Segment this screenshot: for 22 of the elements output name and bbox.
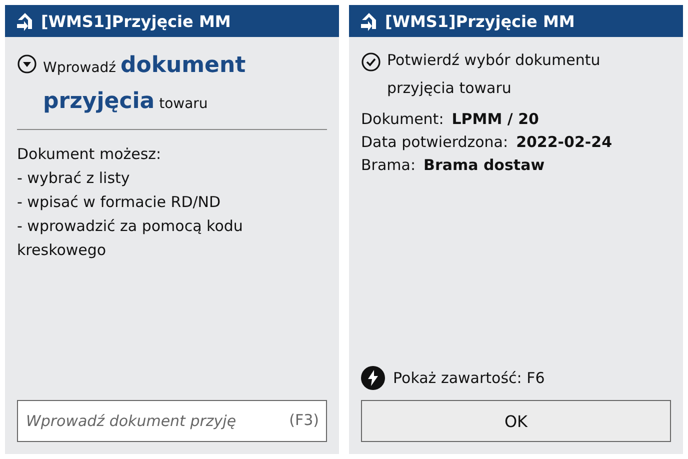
field-label: Dokument:	[361, 109, 444, 130]
lightning-icon	[361, 366, 385, 390]
field-value: LPMM / 20	[452, 109, 539, 130]
dropdown-circle-icon	[17, 54, 37, 74]
instruction-line: - wpisać w formacie RD/ND	[17, 192, 222, 213]
field-label: Data potwierdzona:	[361, 132, 508, 153]
window-title: [WMS1]Przyjęcie MM	[41, 12, 231, 30]
window-title: [WMS1]Przyjęcie MM	[385, 12, 575, 30]
return-arrow-icon	[359, 11, 379, 31]
field-label: Brama:	[361, 155, 416, 176]
instruction-line: - wybrać z listy	[17, 168, 131, 189]
instruction-line: Dokument możesz:	[17, 144, 162, 165]
check-circle-icon	[361, 52, 381, 72]
instruction-line: - wprowadzić za pomocą kodu kreskowego	[17, 216, 244, 261]
shortcut-hint: Pokaż zawartość: F6	[393, 369, 545, 387]
ok-button[interactable]: OK	[361, 400, 671, 442]
instruction-heading: Potwierdź wybór dokumentu przyjęcia towaru	[387, 50, 602, 99]
field-value: Brama dostaw	[424, 155, 545, 176]
return-arrow-icon	[15, 11, 35, 31]
field-value: 2022-02-24	[516, 132, 612, 153]
instruction-heading: Wprowadź dokument przyjęcia towaru	[43, 52, 247, 116]
shortcut-label: (F3)	[289, 411, 319, 429]
